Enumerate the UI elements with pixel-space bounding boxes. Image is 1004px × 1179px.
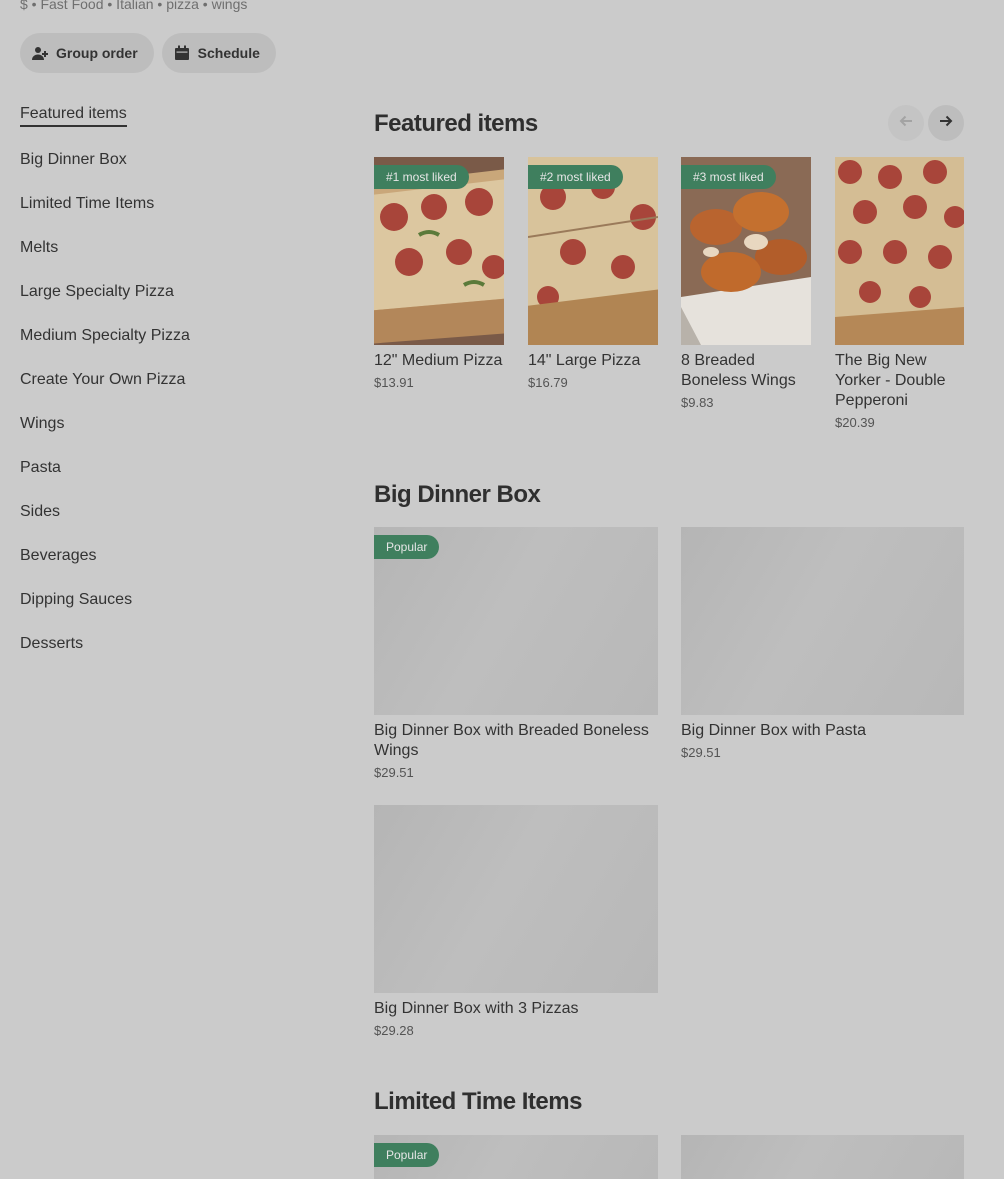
item-image-placeholder [374,805,658,993]
sidebar-item-big-dinner-box[interactable]: Big Dinner Box [20,138,320,182]
sidebar-item-label: Big Dinner Box [20,151,127,168]
sidebar-item-label: Beverages [20,547,97,564]
menu-sidebar: Featured items Big Dinner Box Limited Ti… [20,94,320,666]
sidebar-item-label: Desserts [20,635,84,652]
sidebar-item-label: Wings [20,415,65,432]
add-person-icon [32,45,48,61]
sidebar-item-label: Featured items [20,105,127,127]
item-name: Big Dinner Box with Breaded Boneless Win… [374,722,649,759]
sidebar-item-wings[interactable]: Wings [20,402,320,446]
sidebar-item-pasta[interactable]: Pasta [20,446,320,490]
item-image-placeholder [681,527,964,715]
sidebar-item-featured-items[interactable]: Featured items [20,94,320,138]
pizza-image: #2 most liked [528,157,658,345]
item-price: $29.51 [681,745,721,760]
featured-section-title: Featured items [374,110,538,137]
item-price: $29.51 [374,765,414,780]
big-dinner-box-section-title: Big Dinner Box [374,481,541,508]
item-image-placeholder [681,1135,964,1179]
item-price: $29.28 [374,1023,414,1038]
featured-item-card[interactable]: The Big New Yorker - Double Pepperoni $2… [835,157,964,430]
item-name: 12" Medium Pizza [374,352,503,369]
rank-badge: #3 most liked [681,165,776,189]
item-image-placeholder: Popular [374,1135,658,1179]
sidebar-item-label: Create Your Own Pizza [20,371,186,388]
featured-item-card[interactable]: #3 most liked 8 Breaded Boneless Wings $… [681,157,811,410]
limited-time-section-title: Limited Time Items [374,1088,582,1115]
item-name: Big Dinner Box with 3 Pizzas [374,1000,579,1017]
carousel-prev-button[interactable] [888,105,924,141]
item-name: 8 Breaded Boneless Wings [681,352,796,389]
arrow-left-icon [897,112,915,135]
rank-badge: #1 most liked [374,165,469,189]
item-price: $20.39 [835,415,875,430]
featured-item-card[interactable]: #1 most liked 12" Medium Pizza $13.91 [374,157,504,390]
arrow-right-icon [937,112,955,135]
item-price: $13.91 [374,375,414,390]
wings-image: #3 most liked [681,157,811,345]
item-image-placeholder: Popular [374,527,658,715]
sidebar-item-dipping-sauces[interactable]: Dipping Sauces [20,578,320,622]
pizza-image: #1 most liked [374,157,504,345]
pizza-image [835,157,964,345]
popular-badge: Popular [374,1143,440,1167]
menu-item-card[interactable]: Big Dinner Box with Pasta $29.51 [681,527,964,760]
item-name: Big Dinner Box with Pasta [681,722,866,739]
menu-item-card[interactable]: Big Dinner Box with 3 Pizzas $29.28 [374,805,658,1038]
sidebar-item-label: Dipping Sauces [20,591,133,608]
sidebar-item-sides[interactable]: Sides [20,490,320,534]
rank-badge: #2 most liked [528,165,623,189]
sidebar-item-label: Large Specialty Pizza [20,283,174,300]
schedule-label: Schedule [197,45,260,61]
carousel-next-button[interactable] [928,105,964,141]
sidebar-item-beverages[interactable]: Beverages [20,534,320,578]
group-order-button[interactable]: Group order [20,33,154,73]
sidebar-item-label: Melts [20,239,59,256]
item-price: $16.79 [528,375,568,390]
sidebar-item-desserts[interactable]: Desserts [20,622,320,666]
sidebar-item-label: Medium Specialty Pizza [20,327,190,344]
sidebar-item-create-your-own-pizza[interactable]: Create Your Own Pizza [20,358,320,402]
menu-item-card[interactable] [681,1135,964,1179]
group-order-label: Group order [56,45,138,61]
sidebar-item-limited-time-items[interactable]: Limited Time Items [20,182,320,226]
action-pills: Group order Schedule [20,33,276,73]
sidebar-item-medium-specialty-pizza[interactable]: Medium Specialty Pizza [20,314,320,358]
restaurant-tagline: $ • Fast Food • Italian • pizza • wings [20,0,248,12]
featured-item-card[interactable]: #2 most liked 14" Large Pizza $16.79 [528,157,658,390]
sidebar-item-label: Sides [20,503,61,520]
sidebar-item-large-specialty-pizza[interactable]: Large Specialty Pizza [20,270,320,314]
schedule-button[interactable]: Schedule [161,33,276,73]
menu-item-card[interactable]: Popular Big Dinner Box with Breaded Bone… [374,527,658,780]
menu-item-card[interactable]: Popular [374,1135,658,1179]
item-price: $9.83 [681,395,714,410]
item-name: The Big New Yorker - Double Pepperoni [835,352,946,409]
popular-badge: Popular [374,535,440,559]
sidebar-item-melts[interactable]: Melts [20,226,320,270]
item-name: 14" Large Pizza [528,352,641,369]
sidebar-item-label: Pasta [20,459,61,476]
sidebar-item-label: Limited Time Items [20,195,155,212]
calendar-icon [174,45,190,61]
